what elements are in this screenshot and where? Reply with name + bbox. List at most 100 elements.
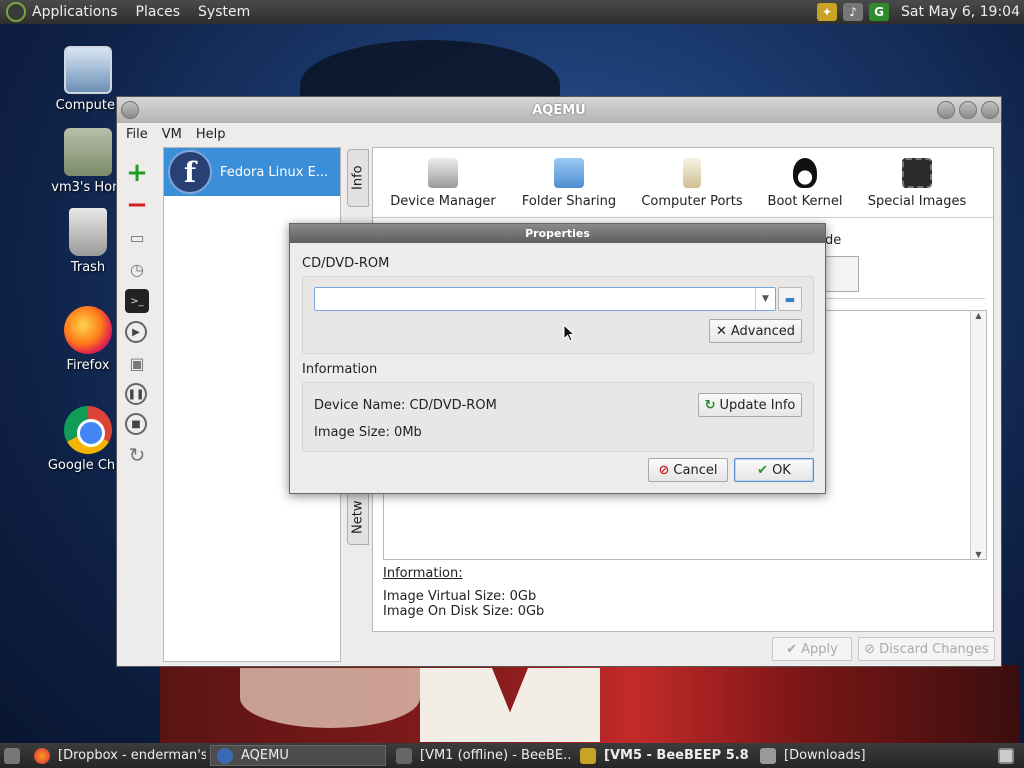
show-desktop-icon [4, 747, 20, 764]
refresh-icon[interactable]: ↻ [125, 443, 149, 467]
g-tray-icon[interactable]: G [869, 3, 890, 21]
tools-icon: ✕ [715, 323, 727, 339]
menu-places[interactable]: Places [136, 4, 181, 20]
device-manager-button[interactable]: Device Manager [373, 158, 513, 209]
menubar: File VM Help [117, 123, 1001, 145]
beebeep-tray-icon[interactable]: ✦ [817, 3, 838, 21]
menu-file[interactable]: File [126, 127, 148, 142]
firefox-icon [64, 306, 112, 354]
add-icon[interactable]: + [125, 158, 149, 188]
drive-icon: ▬ [784, 292, 796, 306]
image-virtual-size: Image Virtual Size: 0Gb [383, 589, 537, 604]
folder-sharing-button[interactable]: Folder Sharing [513, 158, 625, 209]
menu-system[interactable]: System [198, 4, 250, 20]
chip-icon [902, 158, 932, 188]
vm-name: Fedora Linux E... [220, 164, 329, 180]
window-titlebar[interactable]: AQEMU [117, 97, 1001, 123]
device-name: Device Name: CD/DVD-ROM [314, 398, 497, 413]
computer-ports-button[interactable]: Computer Ports [625, 158, 759, 209]
tab-network[interactable]: Netw [347, 489, 369, 545]
discard-icon: ⊘ [864, 641, 876, 657]
trash-icon [69, 208, 107, 256]
minimize-button[interactable] [937, 101, 955, 119]
hard-disk-icon [428, 158, 458, 188]
chrome-icon [64, 406, 112, 454]
cdrom-group-label: CD/DVD-ROM [302, 256, 390, 271]
distro-logo-icon[interactable] [6, 2, 26, 22]
cdrom-group: ▼ ▬ ✕ Advanced [302, 276, 814, 354]
volume-icon[interactable]: ♪ [843, 3, 864, 21]
advanced-button[interactable]: ✕ Advanced [709, 319, 802, 343]
maximize-button[interactable] [959, 101, 977, 119]
app-icon [396, 747, 412, 764]
menu-help[interactable]: Help [196, 127, 226, 142]
play-icon[interactable]: ▶ [125, 321, 147, 343]
vm-list-item[interactable]: f Fedora Linux E... [164, 148, 340, 196]
dialog-title[interactable]: Properties [290, 224, 825, 243]
boot-kernel-button[interactable]: Boot Kernel [759, 158, 851, 209]
wallpaper-skin [240, 668, 420, 728]
close-button[interactable] [981, 101, 999, 119]
computer-icon [64, 46, 112, 94]
menu-applications[interactable]: Applications [32, 4, 118, 20]
details-scrollbar[interactable]: ▲ ▼ [970, 311, 986, 559]
taskbar-item-vm1[interactable]: [VM1 (offline) - BeeBE... [390, 745, 570, 766]
vm-toolbar: + − ▭ ◷ >_ ▶ ▣ ❚❚ ■ ↻ [121, 158, 153, 475]
firefox-icon [34, 747, 50, 764]
taskbar: [Dropbox - enderman's... AQEMU [VM1 (off… [0, 743, 1024, 768]
pause-icon[interactable]: ❚❚ [125, 383, 147, 405]
partial-label: de [825, 233, 842, 248]
scroll-down-icon[interactable]: ▼ [971, 550, 986, 559]
aqemu-icon [217, 747, 233, 764]
image-size: Image Size: 0Mb [314, 425, 422, 440]
chevron-down-icon[interactable]: ▼ [755, 288, 775, 310]
cdrom-path-combo[interactable]: ▼ [314, 287, 776, 311]
taskbar-item-vm5[interactable]: [VM5 - BeeBEEP 5.8.6] [574, 745, 750, 766]
apply-button[interactable]: ✔ Apply [772, 637, 852, 661]
check-icon: ✔ [757, 462, 769, 478]
window-menu-button[interactable] [121, 101, 139, 119]
icon-bar: Device Manager Folder Sharing Computer P… [373, 148, 993, 218]
top-panel: Applications Places System ✦ ♪ G Sat May… [0, 0, 1024, 24]
terminal-icon[interactable]: >_ [125, 289, 149, 313]
monitor-icon [998, 747, 1014, 764]
check-icon: ✔ [786, 641, 798, 657]
folder-icon [760, 747, 776, 764]
tab-info[interactable]: Info [347, 149, 369, 207]
mouse-cursor-icon [563, 324, 575, 342]
taskbar-item-dropbox[interactable]: [Dropbox - enderman's... [28, 745, 206, 766]
cancel-icon: ⊘ [658, 462, 670, 478]
discard-changes-button[interactable]: ⊘ Discard Changes [858, 637, 995, 661]
browse-drive-button[interactable]: ▬ [778, 287, 802, 311]
stop-icon[interactable]: ■ [125, 413, 147, 435]
image-on-disk-size: Image On Disk Size: 0Gb [383, 604, 545, 619]
menu-vm[interactable]: VM [162, 127, 182, 142]
folder-icon [554, 158, 584, 188]
info-group-label: Information [302, 362, 378, 377]
clock-icon[interactable]: ◷ [125, 257, 149, 281]
ok-button[interactable]: ✔ OK [734, 458, 814, 482]
show-desktop-button[interactable] [0, 745, 24, 766]
special-images-button[interactable]: Special Images [851, 158, 983, 209]
workspace-switcher[interactable] [992, 745, 1020, 766]
update-info-button[interactable]: ↻ Update Info [698, 393, 802, 417]
tux-icon [793, 158, 817, 188]
scroll-up-icon[interactable]: ▲ [971, 311, 986, 320]
remove-icon[interactable]: − [125, 190, 149, 220]
info-group: Device Name: CD/DVD-ROM Image Size: 0Mb … [302, 382, 814, 452]
taskbar-item-downloads[interactable]: [Downloads] [754, 745, 924, 766]
properties-dialog: Properties CD/DVD-ROM ▼ ▬ ✕ Advanced Inf… [289, 223, 826, 494]
home-folder-icon [64, 128, 112, 176]
view-mode-icon[interactable] [825, 256, 859, 292]
cancel-button[interactable]: ⊘ Cancel [648, 458, 728, 482]
save-icon[interactable]: ▣ [125, 351, 149, 375]
window-title: AQEMU [532, 102, 586, 118]
system-tray: ✦ ♪ G Sat May 6, 19:04 [817, 0, 1020, 24]
taskbar-item-aqemu[interactable]: AQEMU [210, 745, 386, 766]
usb-icon [683, 158, 701, 188]
info-heading: Information: [383, 566, 463, 581]
clock[interactable]: Sat May 6, 19:04 [901, 4, 1020, 20]
fedora-icon: f [168, 150, 212, 194]
beebeep-icon [580, 747, 596, 764]
disk-icon[interactable]: ▭ [125, 225, 149, 249]
